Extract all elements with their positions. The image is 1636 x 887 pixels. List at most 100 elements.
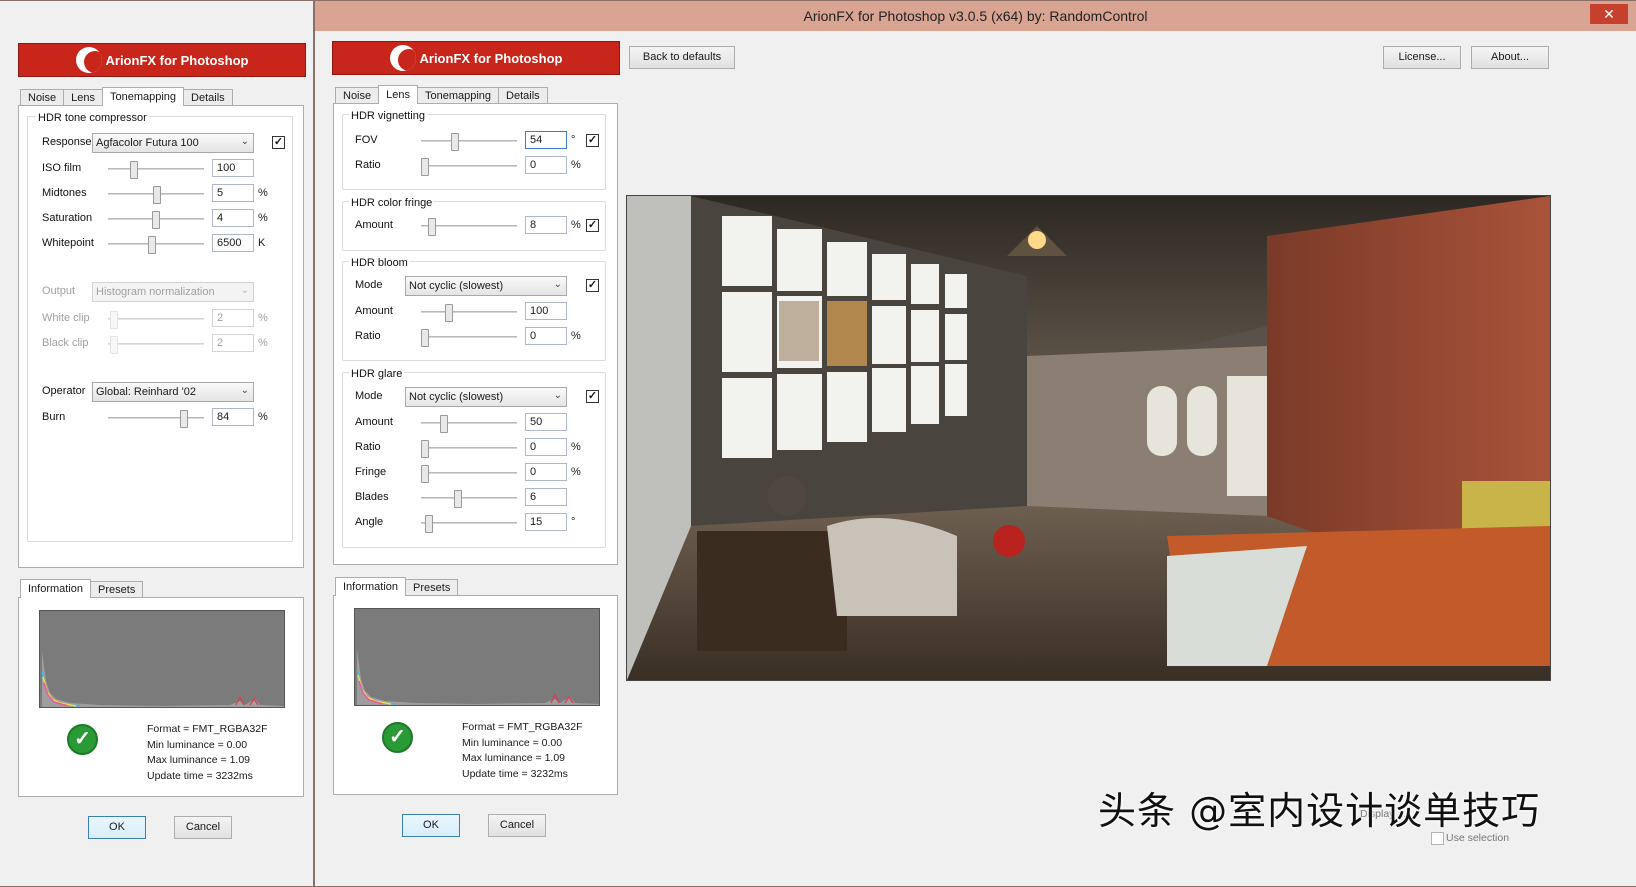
fringe-unit: % bbox=[571, 466, 581, 478]
response-select[interactable]: Agfacolor Futura 100 ⌄ bbox=[92, 133, 254, 153]
ok-button[interactable]: OK bbox=[402, 814, 460, 837]
fringe-checkbox[interactable]: ✓ bbox=[586, 219, 599, 232]
glare-mode-select[interactable]: Not cyclic (slowest) ⌄ bbox=[405, 387, 567, 407]
close-button[interactable]: ✕ bbox=[1590, 4, 1628, 24]
tab-details[interactable]: Details bbox=[498, 87, 548, 104]
ratio-input[interactable]: 0 bbox=[525, 327, 567, 345]
amount-unit: % bbox=[571, 219, 581, 231]
iso-input[interactable]: 100 bbox=[212, 159, 254, 177]
fov-slider[interactable] bbox=[421, 133, 517, 151]
mode-value: Not cyclic (slowest) bbox=[409, 391, 504, 403]
fringe-input[interactable]: 0 bbox=[525, 463, 567, 481]
slider-thumb[interactable] bbox=[445, 304, 453, 322]
amount-input[interactable]: 8 bbox=[525, 216, 567, 234]
operator-row: Operator Global: Reinhard '02 ⌄ bbox=[28, 382, 294, 402]
ratio-input[interactable]: 0 bbox=[525, 438, 567, 456]
tab-presets[interactable]: Presets bbox=[405, 579, 459, 596]
amount-input[interactable]: 50 bbox=[525, 413, 567, 431]
whitepoint-input[interactable]: 6500 bbox=[212, 234, 254, 252]
amount-slider[interactable] bbox=[421, 304, 517, 322]
response-label: Response bbox=[42, 136, 92, 148]
angle-label: Angle bbox=[355, 516, 384, 528]
mode-label: Mode bbox=[355, 279, 383, 291]
slider-thumb[interactable] bbox=[440, 415, 448, 433]
slider-thumb[interactable] bbox=[180, 410, 188, 428]
glare-checkbox[interactable]: ✓ bbox=[586, 390, 599, 403]
fov-checkbox[interactable]: ✓ bbox=[586, 134, 599, 147]
fov-row: FOV 54 ° ✓ bbox=[343, 131, 607, 151]
slider-thumb[interactable] bbox=[153, 186, 161, 204]
left-ok-button[interactable]: OK bbox=[88, 816, 146, 839]
left-tab-bar: Noise Lens Tonemapping Details bbox=[20, 87, 233, 106]
saturation-slider[interactable] bbox=[108, 211, 204, 229]
burn-slider[interactable] bbox=[108, 410, 204, 428]
back-to-defaults-button[interactable]: Back to defaults bbox=[629, 46, 735, 69]
black-clip-input: 2 bbox=[212, 334, 254, 352]
saturation-input[interactable]: 4 bbox=[212, 209, 254, 227]
slider-thumb[interactable] bbox=[148, 236, 156, 254]
histogram-curve bbox=[356, 649, 599, 705]
ratio-input[interactable]: 0 bbox=[525, 156, 567, 174]
slider-thumb[interactable] bbox=[421, 440, 429, 458]
slider-thumb[interactable] bbox=[421, 329, 429, 347]
blades-input[interactable]: 6 bbox=[525, 488, 567, 506]
tab-information[interactable]: Information bbox=[335, 577, 407, 596]
group-title: HDR vignetting bbox=[349, 110, 427, 122]
chevron-down-icon: ⌄ bbox=[553, 390, 562, 401]
slider-thumb[interactable] bbox=[421, 158, 429, 176]
slider-thumb[interactable] bbox=[421, 465, 429, 483]
tonemapping-panel: HDR tone compressor Response Agfacolor F… bbox=[18, 105, 304, 568]
angle-slider[interactable] bbox=[421, 515, 517, 533]
cancel-button[interactable]: Cancel bbox=[488, 814, 546, 837]
slider-thumb[interactable] bbox=[454, 490, 462, 508]
response-checkbox[interactable]: ✓ bbox=[272, 136, 285, 149]
ratio-slider[interactable] bbox=[421, 440, 517, 458]
tab-noise[interactable]: Noise bbox=[335, 87, 380, 104]
amount-slider[interactable] bbox=[421, 218, 517, 236]
bloom-checkbox[interactable]: ✓ bbox=[586, 279, 599, 292]
tab-information[interactable]: Information bbox=[20, 579, 92, 598]
burn-input[interactable]: 84 bbox=[212, 408, 254, 426]
slider-thumb[interactable] bbox=[152, 211, 160, 229]
amount-input[interactable]: 100 bbox=[525, 302, 567, 320]
white-clip-unit: % bbox=[258, 312, 268, 324]
vignetting-ratio-row: Ratio 0 % bbox=[343, 156, 607, 176]
white-clip-row: White clip 2 % bbox=[28, 309, 294, 329]
slider-thumb[interactable] bbox=[130, 161, 138, 179]
midtones-input[interactable]: 5 bbox=[212, 184, 254, 202]
slider-thumb[interactable] bbox=[425, 515, 433, 533]
bloom-mode-select[interactable]: Not cyclic (slowest) ⌄ bbox=[405, 276, 567, 296]
ratio-slider[interactable] bbox=[421, 329, 517, 347]
glare-fringe-row: Fringe 0 % bbox=[343, 463, 607, 483]
amount-slider[interactable] bbox=[421, 415, 517, 433]
tab-noise[interactable]: Noise bbox=[20, 89, 65, 106]
tab-tonemapping[interactable]: Tonemapping bbox=[101, 87, 185, 106]
tab-lens[interactable]: Lens bbox=[63, 89, 103, 106]
license-button[interactable]: License... bbox=[1383, 46, 1461, 69]
saturation-row: Saturation 4 % bbox=[28, 209, 294, 229]
operator-select[interactable]: Global: Reinhard '02 ⌄ bbox=[92, 382, 254, 402]
left-info-text: Format = FMT_RGBA32F Min luminance = 0.0… bbox=[147, 722, 267, 784]
blades-slider[interactable] bbox=[421, 490, 517, 508]
tab-details[interactable]: Details bbox=[183, 89, 233, 106]
slider-thumb[interactable] bbox=[428, 218, 436, 236]
tab-presets[interactable]: Presets bbox=[90, 581, 144, 598]
whitepoint-slider[interactable] bbox=[108, 236, 204, 254]
ratio-label: Ratio bbox=[355, 441, 381, 453]
whitepoint-label: Whitepoint bbox=[42, 237, 94, 249]
output-row: Output Histogram normalization ⌄ bbox=[28, 282, 294, 302]
white-clip-input: 2 bbox=[212, 309, 254, 327]
fringe-slider[interactable] bbox=[421, 465, 517, 483]
midtones-slider[interactable] bbox=[108, 186, 204, 204]
render-preview[interactable] bbox=[626, 195, 1551, 681]
iso-slider[interactable] bbox=[108, 161, 204, 179]
tab-tonemapping[interactable]: Tonemapping bbox=[416, 87, 500, 104]
fov-input[interactable]: 54 bbox=[525, 131, 567, 149]
hdr-color-fringe-group: HDR color fringe Amount 8 % ✓ bbox=[342, 197, 606, 251]
angle-input[interactable]: 15 bbox=[525, 513, 567, 531]
about-button[interactable]: About... bbox=[1471, 46, 1549, 69]
slider-thumb[interactable] bbox=[451, 133, 459, 151]
ratio-slider[interactable] bbox=[421, 158, 517, 176]
tab-lens[interactable]: Lens bbox=[378, 85, 418, 104]
left-cancel-button[interactable]: Cancel bbox=[174, 816, 232, 839]
